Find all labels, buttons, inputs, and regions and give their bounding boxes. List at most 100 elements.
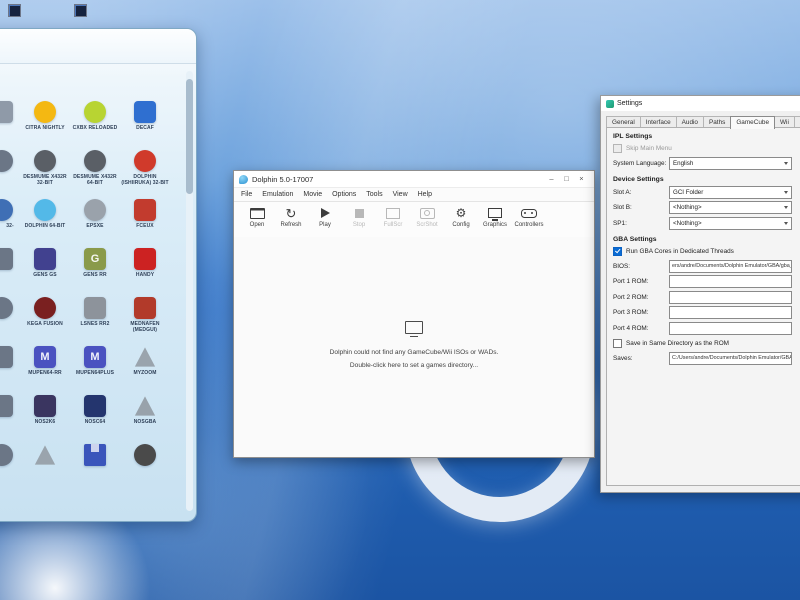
launcher-scrollbar[interactable] xyxy=(186,71,193,511)
menu-item[interactable]: Tools xyxy=(361,188,387,201)
gba-port-label: Port 1 ROM: xyxy=(613,278,649,285)
launcher-item[interactable] xyxy=(0,248,20,290)
app-shortcut-icon[interactable] xyxy=(74,4,87,17)
dolphin-menubar: File Emulation Movie Options Tools View … xyxy=(234,188,594,202)
launcher-item[interactable]: LSNES RR2 xyxy=(70,297,120,339)
toolbar-button-label: Refresh xyxy=(280,222,302,228)
toolbar-button[interactable]: Open xyxy=(240,205,274,228)
gba-port-rom-input[interactable] xyxy=(669,306,792,319)
gba-threads-checkbox[interactable] xyxy=(613,246,622,256)
launcher-item[interactable] xyxy=(70,444,120,486)
menu-item[interactable]: Movie xyxy=(298,188,327,201)
launcher-item[interactable]: NOSGBA xyxy=(120,395,170,437)
launcher-item[interactable]: CITRA NIGHTLY xyxy=(20,101,70,143)
app-shortcut-icon[interactable] xyxy=(8,4,21,17)
menu-item[interactable]: Options xyxy=(327,188,361,201)
launcher-scrollbar-thumb[interactable] xyxy=(186,79,193,194)
dolphin-window: Dolphin 5.0-17007 – □ × File Emulation M… xyxy=(233,170,595,458)
launcher-item[interactable]: GENS GS xyxy=(20,248,70,290)
launcher-item[interactable]: DOLPHIN 64-BIT xyxy=(20,199,70,241)
launcher-item[interactable] xyxy=(0,101,20,143)
same-dir-row[interactable]: Save in Same Directory as the ROM xyxy=(613,338,792,348)
menu-item[interactable]: Emulation xyxy=(257,188,298,201)
skip-main-menu-checkbox[interactable] xyxy=(613,144,622,153)
toolbar-icon xyxy=(521,208,537,218)
close-button[interactable]: × xyxy=(574,171,589,187)
launcher-item[interactable] xyxy=(120,444,170,486)
launcher-item[interactable]: FCEUX xyxy=(120,199,170,241)
toolbar-button[interactable]: ScrShot xyxy=(410,205,444,228)
launcher-item[interactable]: MEDNAFEN (MEDGUI) xyxy=(120,297,170,339)
toolbar-button[interactable]: Stop xyxy=(342,205,376,228)
launcher-item[interactable] xyxy=(20,444,70,486)
emulator-launcher-window: CITRA NIGHTLY CXBX RELOADED DECAF DESMUM… xyxy=(0,28,197,522)
launcher-item-label: DOLPHIN 64-BIT xyxy=(24,223,66,229)
saves-path-input[interactable]: C:/Users/andre/Documents/Dolphin Emulato… xyxy=(669,351,792,365)
launcher-item[interactable]: NOS2K6 xyxy=(20,395,70,437)
launcher-item[interactable]: M MUPEN64PLUS xyxy=(70,346,120,388)
launcher-item[interactable]: CXBX RELOADED xyxy=(70,101,120,143)
lsnes-rr2-icon xyxy=(84,297,106,319)
gba-port-label: Port 3 ROM: xyxy=(613,309,649,316)
app-icon-glyph: M xyxy=(40,350,50,363)
gba-port-rom-input[interactable] xyxy=(669,290,792,304)
launcher-item-label: NOSGBA xyxy=(133,419,157,425)
toolbar-button[interactable]: FullScr xyxy=(376,205,410,228)
launcher-item[interactable]: M MUPEN64-RR xyxy=(20,346,70,388)
launcher-item[interactable] xyxy=(0,297,20,339)
dolphin-game-list-empty[interactable]: Dolphin could not find any GameCube/Wii … xyxy=(234,237,594,457)
launcher-item[interactable]: KEGA FUSION xyxy=(20,297,70,339)
launcher-item[interactable] xyxy=(0,346,20,388)
launcher-item-label: NOS2K6 xyxy=(34,419,56,425)
launcher-item[interactable] xyxy=(0,444,20,486)
app-icon xyxy=(0,395,13,417)
toolbar-button[interactable]: Refresh xyxy=(274,205,308,228)
launcher-item[interactable]: DECAF xyxy=(120,101,170,143)
menu-item[interactable]: View xyxy=(388,188,413,201)
gba-port-rom-input[interactable] xyxy=(669,321,792,335)
dolphin-titlebar[interactable]: Dolphin 5.0-17007 – □ × xyxy=(234,171,594,188)
menu-item[interactable]: Help xyxy=(413,188,437,201)
skip-main-menu-row[interactable]: Skip Main Menu xyxy=(613,144,792,153)
launcher-item[interactable]: EPSXE xyxy=(70,199,120,241)
launcher-item[interactable]: DOLPHIN (ISHIIRUKA) 32-BIT xyxy=(120,150,170,192)
toolbar-button-label: Graphics xyxy=(482,222,507,228)
launcher-item[interactable]: DESMUME X432R 64-BIT xyxy=(70,150,120,192)
sp1-dropdown[interactable]: <Nothing> xyxy=(669,216,792,230)
launcher-item[interactable] xyxy=(0,395,20,437)
kega-fusion-icon xyxy=(34,297,56,319)
launcher-item[interactable]: NOSC64 xyxy=(70,395,120,437)
settings-titlebar[interactable]: Settings xyxy=(601,96,800,111)
slot-a-label: Slot A: xyxy=(613,188,632,196)
slot-b-dropdown[interactable]: <Nothing> xyxy=(669,201,792,214)
gba-threads-row[interactable]: Run GBA Cores in Dedicated Threads xyxy=(613,246,792,256)
gba-port-rom-input[interactable] xyxy=(669,275,792,288)
launcher-item[interactable]: G GENS RR xyxy=(70,248,120,290)
saves-row: Saves: C:/Users/andre/Documents/Dolphin … xyxy=(613,351,792,365)
launcher-item[interactable]: 32- xyxy=(0,199,20,241)
launcher-item[interactable]: HANDY xyxy=(120,248,170,290)
launcher-item-label: KEGA FUSION xyxy=(27,321,63,327)
gba-port-label: Port 2 ROM: xyxy=(613,293,649,301)
bios-path-input[interactable]: ers/andre/Documents/Dolphin Emulator/GBA… xyxy=(669,259,792,273)
maximize-button[interactable]: □ xyxy=(559,171,574,187)
empty-message-line1: Dolphin could not find any GameCube/Wii … xyxy=(329,349,499,357)
menu-item[interactable]: File xyxy=(236,188,257,201)
system-language-dropdown[interactable]: English xyxy=(669,157,792,170)
same-dir-checkbox[interactable] xyxy=(613,338,622,348)
toolbar-button[interactable]: Controllers xyxy=(512,205,546,228)
slot-a-dropdown[interactable]: GCI Folder xyxy=(669,185,792,199)
toolbar-button[interactable]: Play xyxy=(308,205,342,228)
gba-port-row: Port 2 ROM: xyxy=(613,290,792,304)
cxbx-reloaded-icon xyxy=(84,101,106,123)
launcher-item-label: CXBX RELOADED xyxy=(72,125,118,131)
gba-threads-label: Run GBA Cores in Dedicated Threads xyxy=(626,247,734,255)
launcher-item[interactable]: MYZOOM xyxy=(120,346,170,388)
toolbar-button[interactable]: Graphics xyxy=(478,205,512,228)
minimize-button[interactable]: – xyxy=(544,171,559,187)
launcher-item-label: DESMUME X432R 32-BIT xyxy=(23,174,67,186)
toolbar-button[interactable]: Config xyxy=(444,205,478,228)
launcher-item[interactable]: DESMUME X432R 32-BIT xyxy=(20,150,70,192)
settings-tab[interactable]: GameCube xyxy=(730,116,776,129)
launcher-item[interactable] xyxy=(0,150,20,192)
